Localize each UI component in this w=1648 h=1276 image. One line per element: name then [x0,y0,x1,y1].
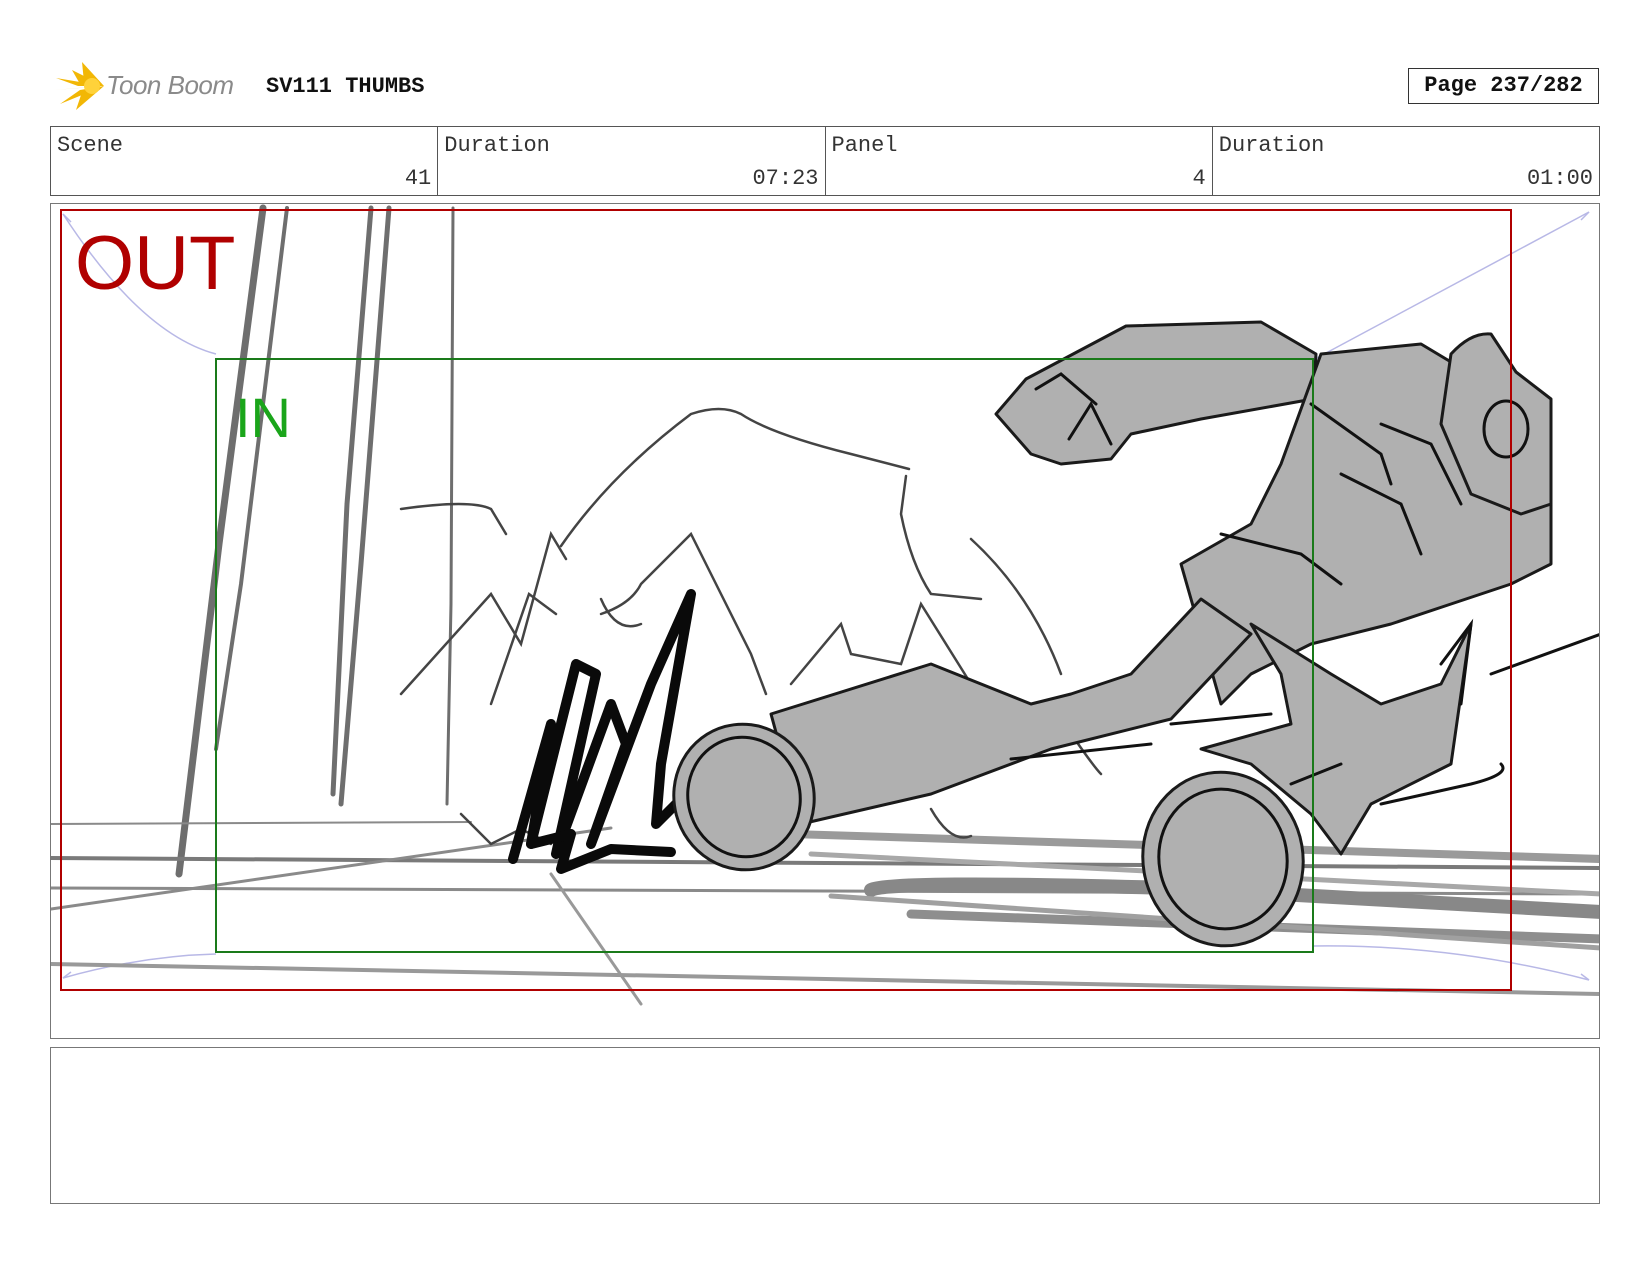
panel-sketch [51,204,1599,1006]
panel-value: 4 [1192,166,1206,191]
panel-duration-value: 01:00 [1526,166,1593,191]
panel-duration-label: Duration [1218,133,1325,158]
panel-cell: Panel 4 [826,127,1213,195]
scene-value: 41 [404,166,432,191]
scene-info-bar: Scene 41 Duration 07:23 Panel 4 Duration… [50,126,1600,196]
page-indicator: Page 237/282 [1408,68,1599,104]
scene-duration-value: 07:23 [752,166,819,191]
project-title: SV111 THUMBS [266,74,425,99]
out-frame-label: OUT [75,221,236,306]
storyboard-panel[interactable]: OUT IN [50,203,1600,1039]
toon-boom-logo: Toon Boom [52,60,252,114]
panel-duration-cell: Duration 01:00 [1213,127,1599,195]
panel-notes-box[interactable] [50,1047,1600,1204]
in-frame-label: IN [235,386,291,449]
scene-label: Scene [57,133,124,158]
scene-duration-label: Duration [444,133,550,158]
panel-label: Panel [831,133,898,158]
toon-boom-starburst-icon [54,62,104,110]
scene-cell: Scene 41 [51,127,439,195]
scene-duration-cell: Duration 07:23 [438,127,826,195]
floor-lines [51,821,1599,1006]
logo-text: Toon Boom [106,70,234,100]
background-pillars [175,204,455,878]
